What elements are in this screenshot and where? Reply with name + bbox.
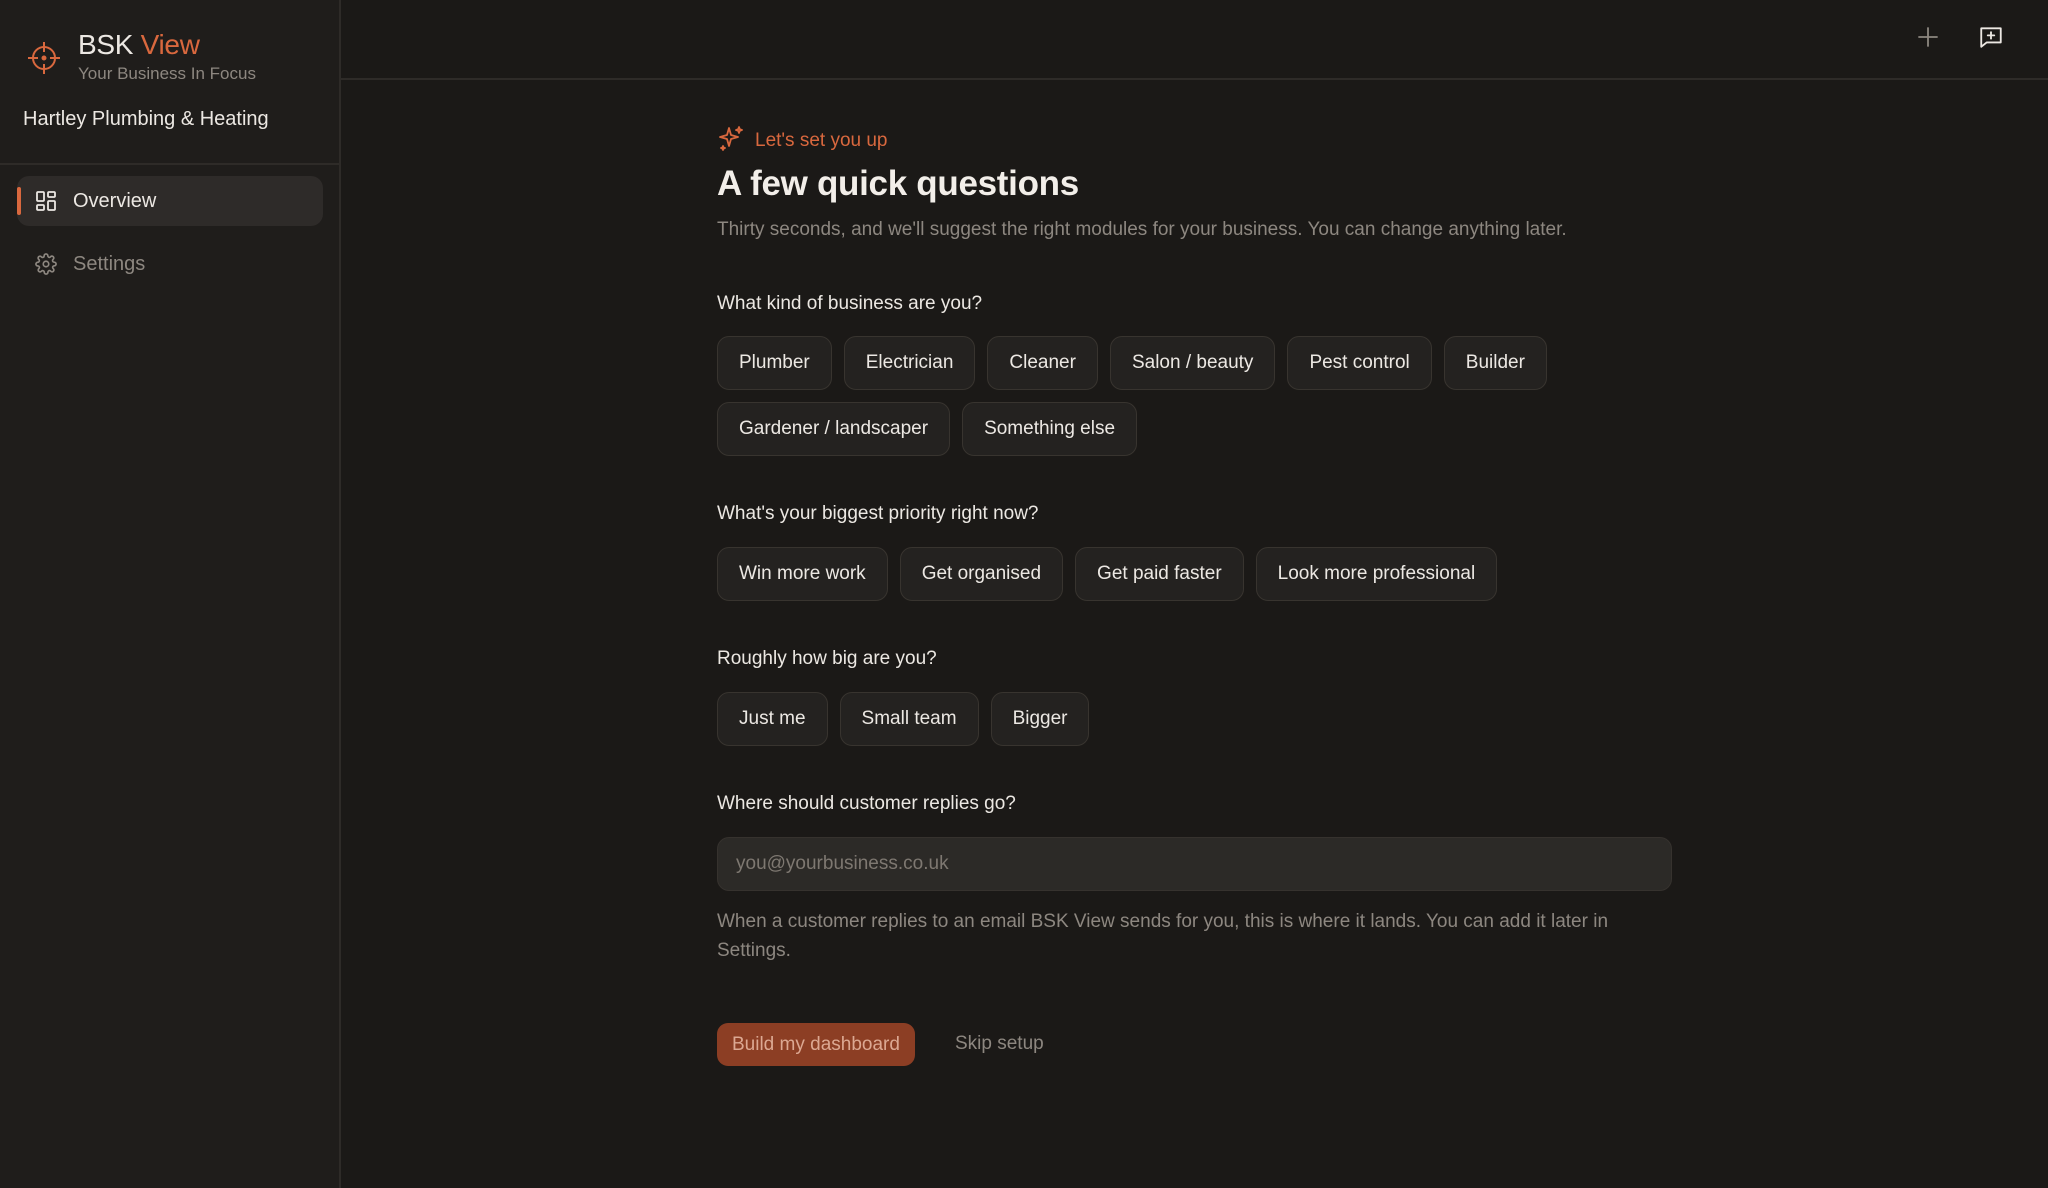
main-panel: Let's set you up A few quick questions T… xyxy=(341,0,2048,1188)
sidebar-item-settings[interactable]: Settings xyxy=(17,239,323,289)
skip-setup-link[interactable]: Skip setup xyxy=(955,1033,1044,1055)
option-get-organised[interactable]: Get organised xyxy=(899,547,1064,601)
size-options: Just me Small team Bigger xyxy=(717,692,1090,746)
sidebar-nav: Overview Settings xyxy=(17,176,323,302)
page-title: A few quick questions xyxy=(717,164,1079,203)
option-small-team[interactable]: Small team xyxy=(839,692,979,746)
option-look-more-professional[interactable]: Look more professional xyxy=(1255,547,1498,601)
eyebrow-text: Let's set you up xyxy=(755,130,888,151)
sidebar-item-overview[interactable]: Overview xyxy=(17,176,323,226)
option-bigger[interactable]: Bigger xyxy=(990,692,1090,746)
option-pest-control[interactable]: Pest control xyxy=(1287,336,1432,390)
question-priority: What's your biggest priority right now? xyxy=(717,503,1039,524)
reply-email-field[interactable] xyxy=(717,837,1672,891)
sidebar-item-label: Settings xyxy=(73,252,146,275)
option-electrician[interactable]: Electrician xyxy=(843,336,976,390)
option-cleaner[interactable]: Cleaner xyxy=(987,336,1098,390)
brand-name-main: BSK xyxy=(78,29,134,60)
grid-icon xyxy=(35,190,57,212)
build-dashboard-button[interactable]: Build my dashboard xyxy=(717,1023,915,1066)
page-subtitle: Thirty seconds, and we'll suggest the ri… xyxy=(717,219,1567,240)
option-builder[interactable]: Builder xyxy=(1443,336,1547,390)
brand-text: BSK View Your Business In Focus xyxy=(78,28,256,84)
crosshair-icon xyxy=(26,40,62,76)
brand-tagline: Your Business In Focus xyxy=(78,64,256,83)
setup-eyebrow: Let's set you up xyxy=(717,124,888,158)
question-reply-email: Where should customer replies go? xyxy=(717,793,1016,814)
business-type-options: Plumber Electrician Cleaner Salon / beau… xyxy=(717,336,1617,456)
topbar xyxy=(341,0,2048,80)
question-business-type: What kind of business are you? xyxy=(717,293,983,314)
option-just-me[interactable]: Just me xyxy=(717,692,828,746)
sidebar-divider xyxy=(0,163,339,165)
option-salon-beauty[interactable]: Salon / beauty xyxy=(1109,336,1276,390)
brand-name-accent: View xyxy=(140,29,200,60)
sparkle-icon xyxy=(717,124,755,158)
app-root: BSK View Your Business In Focus Hartley … xyxy=(0,0,2048,1188)
priority-options: Win more work Get organised Get paid fas… xyxy=(717,547,1498,601)
brand: BSK View Your Business In Focus xyxy=(26,28,256,84)
option-get-paid-faster[interactable]: Get paid faster xyxy=(1075,547,1244,601)
question-size: Roughly how big are you? xyxy=(717,648,937,669)
brand-name: BSK View xyxy=(78,28,256,62)
sidebar-item-label: Overview xyxy=(73,189,157,212)
add-button[interactable] xyxy=(1911,22,1945,56)
feedback-button[interactable] xyxy=(1974,22,2008,56)
reply-email-help: When a customer replies to an email BSK … xyxy=(717,911,1609,961)
company-name: Hartley Plumbing & Heating xyxy=(23,108,269,130)
option-plumber[interactable]: Plumber xyxy=(717,336,832,390)
plus-icon xyxy=(1916,25,1940,54)
option-something-else[interactable]: Something else xyxy=(962,402,1138,456)
option-gardener-landscaper[interactable]: Gardener / landscaper xyxy=(717,402,951,456)
gear-icon xyxy=(35,253,57,275)
option-win-more-work[interactable]: Win more work xyxy=(717,547,888,601)
message-plus-icon xyxy=(1978,24,2004,55)
sidebar: BSK View Your Business In Focus Hartley … xyxy=(0,0,341,1188)
